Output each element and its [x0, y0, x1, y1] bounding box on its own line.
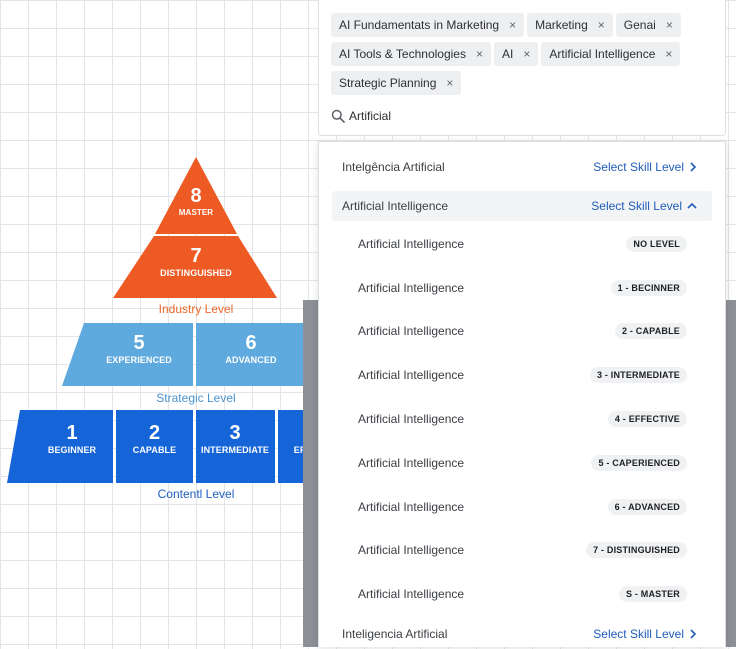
select-skill-level-label: Select Skill Level — [593, 627, 684, 641]
level-option[interactable]: Artificial Intelligence 6 - ADVANCED — [319, 492, 725, 522]
tier-2-number: 2 — [148, 422, 161, 444]
level-option-label: Artificial Intelligence — [358, 324, 465, 338]
level-option[interactable]: Artificial Intelligence S - MASTER — [319, 579, 725, 609]
level-option-label: Artificial Intelligence — [358, 281, 465, 295]
remove-tag-icon[interactable]: × — [523, 47, 530, 61]
level-option-label: Artificial Intelligence — [358, 237, 465, 251]
tag-label: Genai — [623, 18, 656, 32]
skills-tag-panel: AI Fundamentats in Marketing × Marketing × G… — [318, 0, 726, 136]
level-option[interactable]: Artificial Intelligence 4 - EFFECTIVE — [319, 404, 725, 434]
tier-6-name: ADVANCED — [225, 355, 277, 365]
tier-5-number: 5 — [133, 332, 145, 354]
select-skill-level-button[interactable]: Select Skill Level — [593, 160, 697, 174]
tier-3-name: INTERMEDIATE — [200, 445, 270, 455]
tier-8-number: 8 — [190, 185, 202, 207]
select-skill-level-label: Select Skill Level — [591, 199, 682, 213]
tier-1-number: 1 — [66, 422, 78, 444]
tier-7-number: 7 — [190, 245, 202, 267]
tier-7: 7 DISTINGUISHED — [130, 246, 262, 278]
select-skill-level-label: Select Skill Level — [593, 160, 684, 174]
skill-search — [331, 106, 549, 126]
result-item[interactable]: Inteligencia Artificial Select Skill Lev… — [319, 619, 725, 649]
level-option-label: Artificial Intelligence — [358, 587, 465, 601]
level-pill: 7 - DISTINGUISHED — [586, 542, 687, 558]
remove-tag-icon[interactable]: × — [476, 47, 483, 61]
selected-tags: AI Fundamentats in Marketing × Marketing × G… — [331, 13, 721, 100]
tag-chip[interactable]: AI Tools & Technologies × — [331, 42, 491, 66]
tier-1: 1 BEGINNER — [22, 423, 122, 455]
level-option-label: Artificial Intelligence — [358, 456, 465, 470]
remove-tag-icon[interactable]: × — [446, 76, 453, 90]
tag-label: Strategic Planning — [339, 76, 437, 90]
level-pill: 5 - CAPERIENCED — [591, 455, 687, 471]
level-option[interactable]: Artificial Intelligence 7 - DISTINGUISHE… — [319, 535, 725, 565]
level-pill: 6 - ADVANCED — [607, 499, 687, 515]
tag-chip[interactable]: Artificial Intelligence × — [541, 42, 681, 66]
level-option-label: Artificial Intelligence — [358, 368, 465, 382]
result-item[interactable]: Intelgência Artificial Select Skill Leve… — [319, 152, 725, 182]
level-option[interactable]: Artificial Intelligence 1 - BECINNER — [319, 273, 725, 303]
result-item-label: Intelgência Artificial — [342, 160, 445, 174]
level-option-label: Artificial Intelligence — [358, 412, 465, 426]
tier-8: 8 MASTER — [150, 186, 242, 217]
tier-7-name: DISTINGUISHED — [160, 268, 232, 278]
chevron-right-icon — [690, 162, 697, 172]
tag-label: AI — [502, 47, 514, 61]
level-option-label: Artificial Intelligence — [358, 500, 465, 514]
tag-label: Marketing — [535, 18, 588, 32]
level-pill: 4 - EFFECTIVE — [607, 411, 687, 427]
industry-level-label: Industry Level — [158, 302, 234, 316]
level-pill: 2 - CAPABLE — [614, 323, 687, 339]
level-option[interactable]: Artificial Intelligence NO LEVEL — [319, 229, 725, 259]
tag-chip[interactable]: Strategic Planning × — [331, 71, 462, 95]
level-option-label: Artificial Intelligence — [358, 543, 465, 557]
tag-chip[interactable]: Marketing × — [527, 13, 613, 37]
tag-chip[interactable]: AI × — [494, 42, 539, 66]
level-pill: 1 - BECINNER — [610, 280, 687, 296]
chevron-right-icon — [690, 629, 697, 639]
level-option[interactable]: Artificial Intelligence 2 - CAPABLE — [319, 316, 725, 346]
tier-5: 5 EXPERIENCED — [86, 333, 192, 365]
result-item-expanded[interactable]: Artificial Intelligence Select Skill Lev… — [332, 191, 712, 221]
remove-tag-icon[interactable]: × — [509, 18, 516, 32]
tier-2-name: CAPABLE — [132, 445, 177, 455]
skill-search-input[interactable] — [349, 109, 549, 123]
tier-1-name: BEGINNER — [47, 445, 97, 455]
remove-tag-icon[interactable]: × — [598, 18, 605, 32]
strategic-level-label: Strategic Level — [156, 391, 236, 405]
tag-chip[interactable]: Genai × — [615, 13, 681, 37]
select-skill-level-button[interactable]: Select Skill Level — [591, 199, 697, 213]
level-pill: 3 - INTERMEDIATE — [589, 367, 687, 383]
tag-label: AI Tools & Technologies — [339, 47, 466, 61]
tag-label: AI Fundamentats in Marketing — [339, 18, 500, 32]
level-option[interactable]: Artificial Intelligence 5 - CAPERIENCED — [319, 448, 725, 478]
level-pill: NO LEVEL — [626, 236, 687, 252]
level-pill: S - MASTER — [618, 586, 687, 602]
level-option[interactable]: Artificial Intelligence 3 - INTERMEDIATE — [319, 360, 725, 390]
tier-8-name: MASTER — [178, 208, 214, 217]
tier-3-number: 3 — [229, 422, 241, 444]
chevron-up-icon — [687, 202, 697, 209]
tier-5-name: EXPERIENCED — [106, 355, 172, 365]
tier-2: 2 CAPABLE — [116, 423, 193, 455]
remove-tag-icon[interactable]: × — [665, 47, 672, 61]
tier-6: 6 ADVANCED — [198, 333, 304, 365]
tier-6-number: 6 — [245, 332, 257, 354]
tag-label: Artificial Intelligence — [549, 47, 656, 61]
result-item-label: Inteligencia Artificial — [342, 627, 448, 641]
search-icon — [331, 109, 345, 123]
tag-chip[interactable]: AI Fundamentats in Marketing × — [331, 13, 525, 37]
remove-tag-icon[interactable]: × — [666, 18, 673, 32]
tier-3: 3 INTERMEDIATE — [194, 423, 276, 455]
content-level-label: Contentl Level — [157, 487, 235, 501]
skill-results-dropdown: Intelgência Artificial Select Skill Leve… — [318, 141, 726, 647]
select-skill-level-button[interactable]: Select Skill Level — [593, 627, 697, 641]
result-item-label: Artificial Intelligence — [342, 199, 449, 213]
